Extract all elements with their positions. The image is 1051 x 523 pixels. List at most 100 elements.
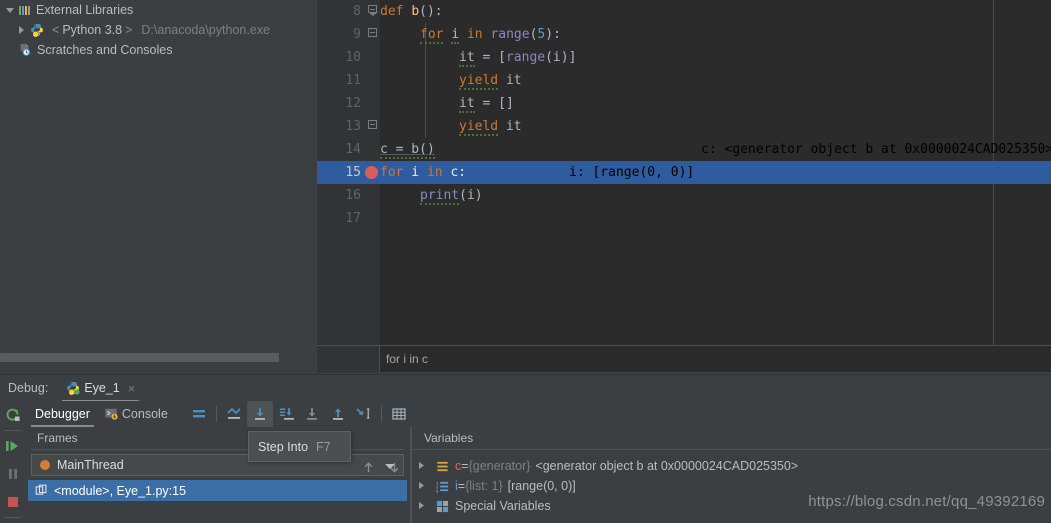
code-line[interactable]: 14 c: <generator object b at 0x0000024CA… [317, 138, 1051, 161]
code-line[interactable]: 12 it = [] [317, 92, 1051, 115]
project-tree-panel: External Libraries < Python 3.8 > D:\ana… [0, 0, 317, 372]
code-line[interactable]: 11 yield it [317, 69, 1051, 92]
code-line[interactable]: 16 print(i) [317, 184, 1051, 207]
stop-icon[interactable] [0, 488, 25, 516]
breadcrumb-label: for i in c [386, 352, 429, 366]
tab-console-label: Console [121, 407, 168, 421]
mute-breakpoints-icon[interactable] [186, 401, 212, 427]
line-number: 8 [353, 4, 361, 19]
frames-title: Frames [37, 431, 78, 445]
code-line[interactable]: 13 yield it [317, 115, 1051, 138]
tooltip-shortcut: F7 [316, 439, 331, 454]
chevron-right-icon[interactable] [418, 499, 432, 513]
code-line-current[interactable]: 15 i: [range(0, 0)] for i in c: [317, 161, 1051, 184]
console-icon [105, 408, 118, 420]
line-number: 16 [345, 188, 361, 203]
tree-item-external-libraries[interactable]: External Libraries [0, 0, 317, 20]
tree-item-python-interpreter[interactable]: < Python 3.8 > D:\anacoda\python.exe [0, 20, 317, 40]
python-bracket-close: > [125, 23, 133, 37]
line-number: 15 [345, 165, 361, 180]
variable-value: [range(0, 0)] [507, 479, 576, 493]
python-file-icon [67, 382, 80, 395]
variable-equals: = [461, 459, 469, 473]
rerun-icon[interactable] [0, 401, 25, 429]
line-number: 9 [353, 27, 361, 42]
code-text: yield it [459, 73, 522, 90]
tooltip-label: Step Into [258, 439, 309, 454]
code-line[interactable]: 17 [317, 207, 1051, 230]
line-number: 11 [345, 73, 361, 88]
evaluate-expression-icon[interactable] [386, 401, 412, 427]
special-variables-label: Special Variables [455, 499, 551, 513]
svg-text:3: 3 [436, 489, 439, 493]
variable-equals: = [457, 479, 466, 493]
step-into-icon[interactable] [273, 401, 299, 427]
toolbar-divider [4, 517, 21, 518]
code-line[interactable]: 9 for i in range(5): [317, 23, 1051, 46]
code-line[interactable]: 10 it = [range(i)] [317, 46, 1051, 69]
chevron-right-icon[interactable] [418, 459, 432, 473]
python-bracket-open: < [52, 23, 60, 37]
variable-row[interactable]: c = {generator} <generator object b at 0… [412, 456, 1051, 476]
tab-console[interactable]: Console [100, 401, 178, 427]
run-to-cursor-icon[interactable] [351, 401, 377, 427]
code-lines[interactable]: 8 def b(): 9 for i in range(5): 10 it = … [317, 0, 1051, 345]
inline-debug-value: i: [range(0, 0)] [569, 165, 695, 180]
code-text: print(i) [420, 188, 483, 205]
watermark: https://blog.csdn.net/qq_49392169 [808, 493, 1045, 510]
pycharm-window: External Libraries < Python 3.8 > D:\ana… [0, 0, 1051, 523]
line-number: 12 [345, 96, 361, 111]
frames-navigation [355, 455, 407, 479]
code-text: it = [] [459, 96, 514, 113]
no-chevron-spacer [4, 44, 16, 56]
step-out-icon[interactable] [325, 401, 351, 427]
fold-marker[interactable] [367, 0, 379, 23]
step-over-icon[interactable] [246, 401, 273, 427]
variables-title: Variables [424, 431, 474, 445]
code-editor[interactable]: 8 def b(): 9 for i in range(5): 10 it = … [317, 0, 1051, 345]
project-horizontal-scrollbar[interactable] [0, 353, 317, 362]
resume-program-icon[interactable] [0, 432, 25, 460]
python-version-label: Python 3.8 [62, 23, 123, 37]
fold-marker[interactable] [367, 23, 379, 46]
chevron-right-icon[interactable] [16, 24, 28, 36]
frame-list-item[interactable]: <module>, Eye_1.py:15 [28, 480, 407, 501]
tree-item-label: External Libraries [36, 3, 134, 17]
variable-type: {list: 1} [465, 479, 503, 493]
up-arrow-icon[interactable] [355, 455, 381, 479]
chevron-right-icon[interactable] [418, 479, 432, 493]
tab-debugger[interactable]: Debugger [25, 401, 100, 427]
debug-session-tab[interactable]: Eye_1 × [62, 375, 140, 402]
thread-name-label: MainThread [57, 458, 124, 472]
frames-panel: Frames MainThread <module>, Eye_1.py:15 [25, 427, 410, 523]
breakpoint-icon[interactable] [365, 166, 378, 179]
show-execution-point-icon[interactable] [221, 401, 247, 427]
code-line[interactable]: 8 def b(): [317, 0, 1051, 23]
pause-program-icon[interactable] [0, 460, 25, 488]
chevron-down-icon[interactable] [4, 4, 16, 16]
python-path-label: D:\anacoda\python.exe [141, 23, 270, 37]
close-icon[interactable]: × [128, 382, 136, 395]
line-number: 13 [345, 119, 361, 134]
fold-marker[interactable] [367, 115, 379, 138]
list-icon: 1 2 3 [436, 481, 449, 493]
variable-type: {generator} [468, 459, 531, 473]
scrollbar-thumb[interactable] [0, 353, 279, 362]
library-icon [19, 5, 30, 15]
debug-side-toolbar [0, 401, 25, 523]
tree-item-scratches-and-consoles[interactable]: Scratches and Consoles [0, 40, 317, 60]
down-arrow-icon[interactable] [381, 455, 407, 479]
step-into-my-code-icon[interactable] [299, 401, 325, 427]
editor-breadcrumb[interactable]: for i in c [317, 345, 1051, 373]
generator-icon [437, 461, 448, 471]
toolbar-divider [4, 430, 21, 431]
code-text: yield it [459, 119, 522, 136]
fold-stem-wrap [367, 46, 379, 69]
debug-label: Debug: [8, 381, 49, 395]
variable-value: <generator object b at 0x0000024CAD02535… [535, 459, 799, 473]
frame-label: <module>, Eye_1.py:15 [54, 483, 187, 498]
step-into-tooltip: Step Into F7 [248, 431, 351, 462]
thread-status-icon [40, 460, 50, 470]
debug-tab-label: Eye_1 [84, 381, 120, 395]
line-number: 14 [345, 142, 361, 157]
